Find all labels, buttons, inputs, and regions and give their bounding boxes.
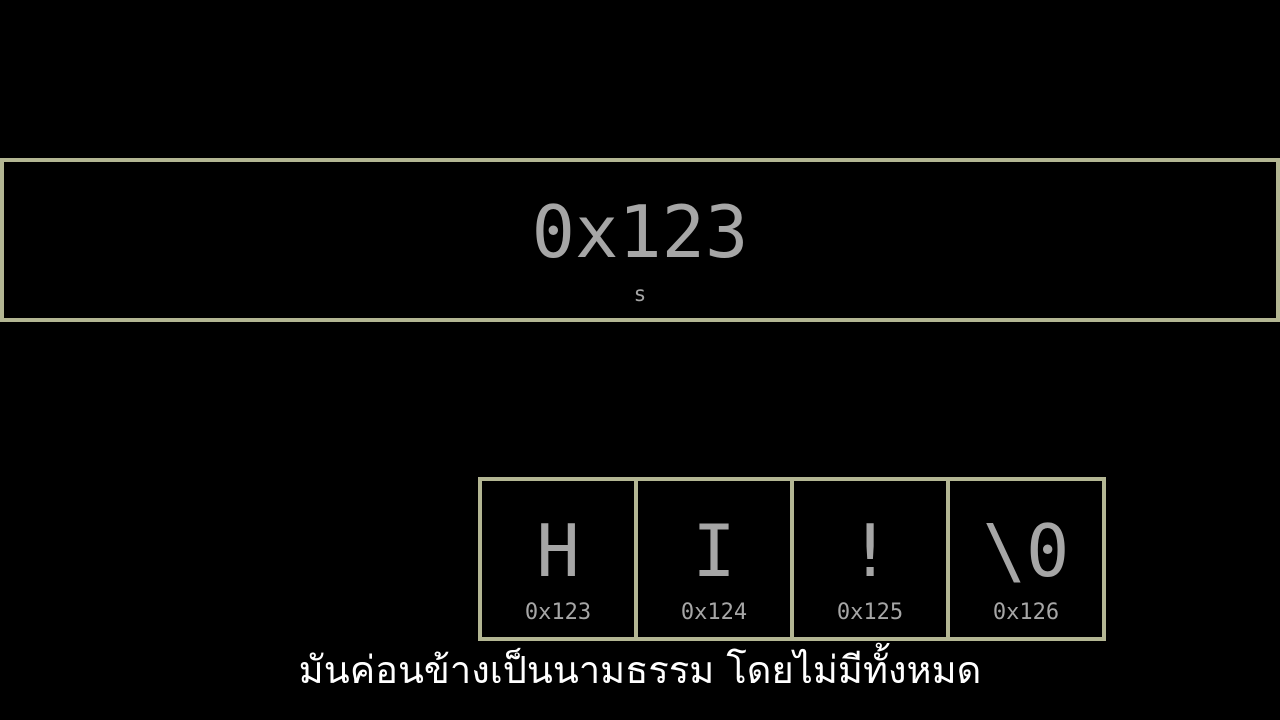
cell-address: 0x123 [524, 600, 592, 625]
cell-address: 0x126 [992, 600, 1060, 625]
array-cell: H 0x123 [478, 477, 638, 641]
cell-character: \0 [982, 509, 1070, 593]
pointer-value: 0x123 [531, 190, 749, 274]
array-cell: ! 0x125 [790, 477, 950, 641]
cell-character: I [692, 509, 736, 593]
array-cell: \0 0x126 [946, 477, 1106, 641]
cell-address: 0x124 [680, 600, 748, 625]
char-array: H 0x123 I 0x124 ! 0x125 \0 0x126 [478, 477, 1106, 641]
pointer-variable-box: 0x123 s [0, 158, 1280, 322]
subtitle-caption: มันค่อนข้างเป็นนามธรรม โดยไม่มีทั้งหมด [298, 648, 982, 692]
cell-character: ! [848, 509, 892, 593]
cell-address: 0x125 [836, 600, 904, 625]
array-cell: I 0x124 [634, 477, 794, 641]
pointer-name-label: s [633, 282, 647, 306]
cell-character: H [536, 509, 580, 593]
